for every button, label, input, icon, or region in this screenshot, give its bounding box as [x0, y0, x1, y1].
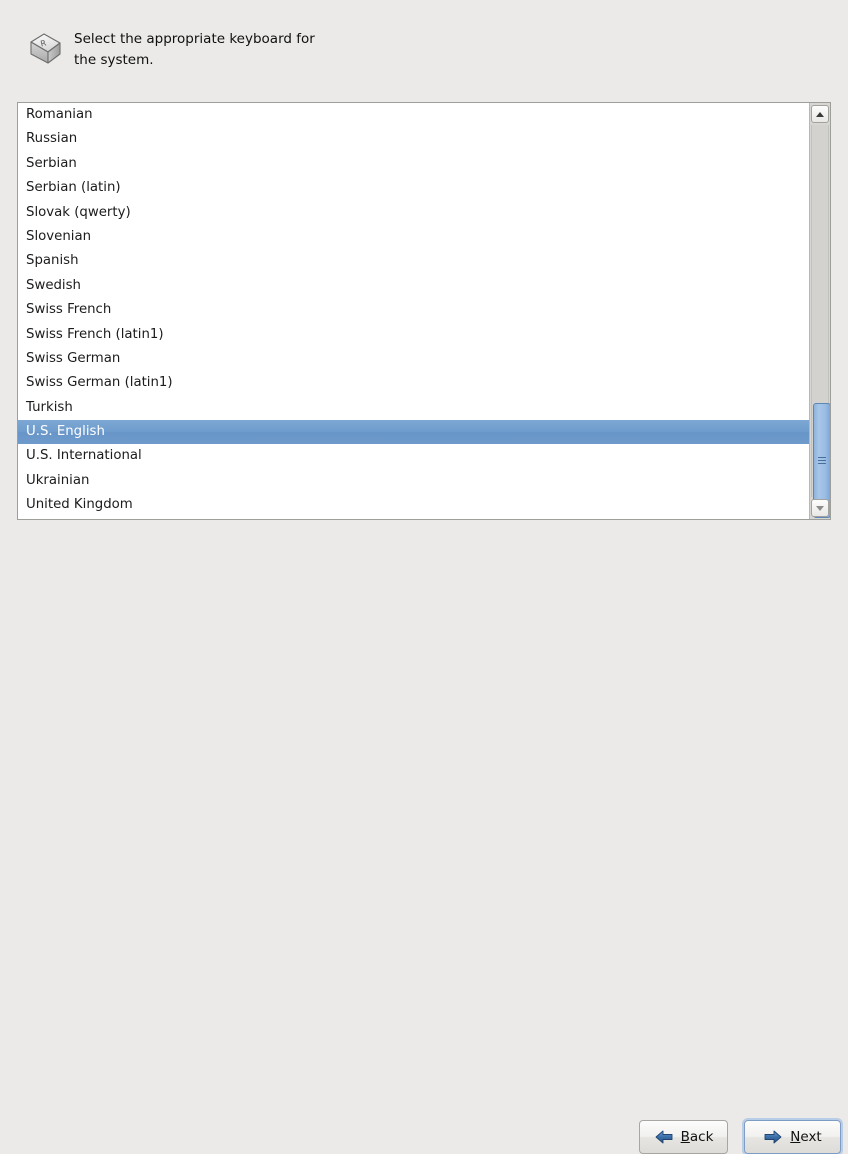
scrollbar-up-button[interactable]: [811, 105, 829, 123]
keyboard-key-icon: R: [18, 28, 66, 72]
list-scrollbar[interactable]: [809, 103, 830, 519]
list-item[interactable]: United Kingdom: [18, 493, 809, 517]
back-button-label: Back: [680, 1129, 714, 1145]
chevron-down-icon: [816, 505, 824, 511]
scrollbar-down-button[interactable]: [811, 499, 829, 517]
list-viewport[interactable]: Romanian Russian Serbian Serbian (latin) Slo…: [18, 103, 809, 519]
page-title: Select the appropriate keyboard for the …: [74, 31, 315, 68]
list-item[interactable]: Serbian (latin): [18, 176, 809, 200]
scrollbar-grip-icon: [818, 455, 826, 466]
list-item[interactable]: Swedish: [18, 274, 809, 298]
arrow-left-icon: [655, 1130, 673, 1144]
scrollbar-track[interactable]: [811, 125, 830, 518]
arrow-right-icon: [764, 1130, 782, 1144]
back-button[interactable]: Back: [639, 1120, 728, 1154]
list-item[interactable]: U.S. English: [18, 420, 809, 445]
list-item[interactable]: Slovenian: [18, 225, 809, 249]
list-item[interactable]: Spanish: [18, 249, 809, 273]
list-item[interactable]: Romanian: [18, 103, 809, 127]
list-item[interactable]: Swiss German: [18, 347, 809, 371]
list-item[interactable]: Turkish: [18, 396, 809, 420]
page-header: R Select the appropriate keyboard for th…: [0, 0, 848, 72]
next-button[interactable]: Next: [744, 1120, 841, 1154]
list-item[interactable]: Slovak (qwerty): [18, 201, 809, 225]
list-item[interactable]: Swiss German (latin1): [18, 371, 809, 395]
list-item[interactable]: Swiss French (latin1): [18, 323, 809, 347]
keyboard-layout-list[interactable]: Romanian Russian Serbian Serbian (latin) Slo…: [17, 102, 831, 520]
list-item[interactable]: Serbian: [18, 152, 809, 176]
list-item[interactable]: Russian: [18, 127, 809, 151]
wizard-footer: Back Next: [0, 556, 848, 1154]
list-item[interactable]: Ukrainian: [18, 469, 809, 493]
list-item[interactable]: Swiss French: [18, 298, 809, 322]
next-button-label: Next: [790, 1129, 822, 1145]
list-item[interactable]: U.S. International: [18, 444, 809, 468]
chevron-up-icon: [816, 111, 824, 117]
